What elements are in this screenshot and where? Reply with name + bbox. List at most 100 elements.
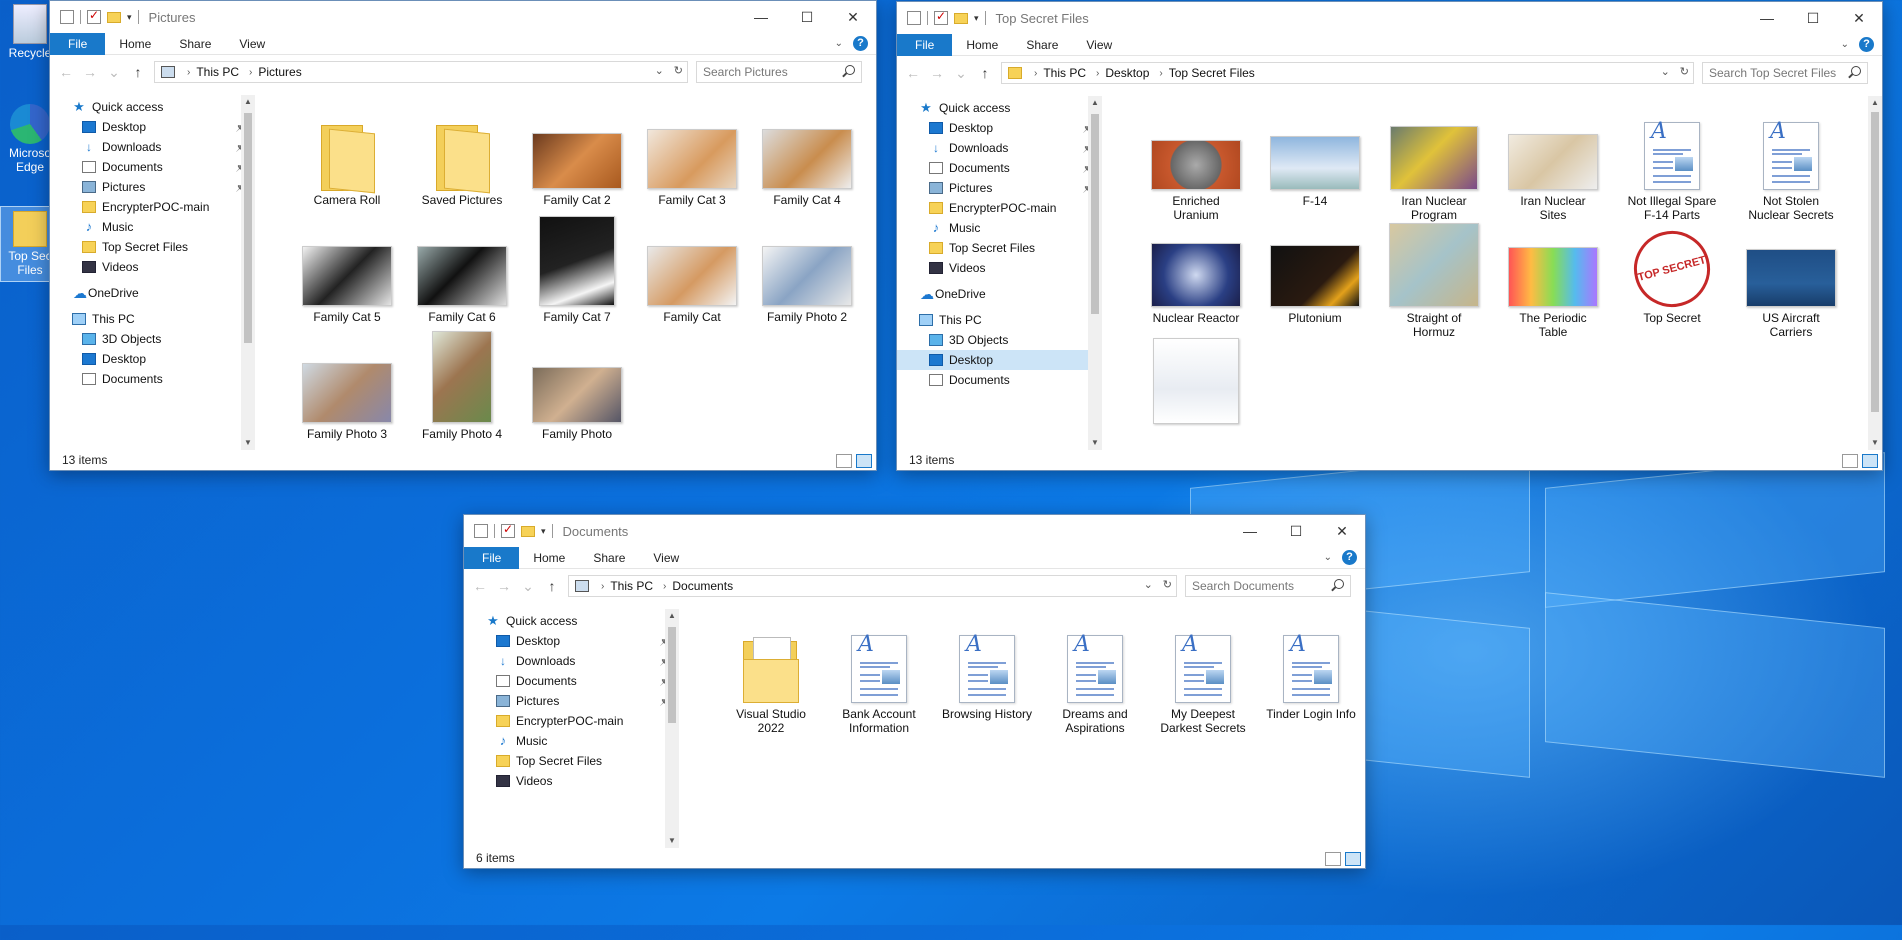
address-dropdown-chevron-icon[interactable]: ⌄ [655, 64, 664, 77]
nav-item-music[interactable]: ♪ Music [50, 217, 255, 237]
refresh-icon[interactable]: ↻ [1680, 65, 1689, 78]
details-view-icon[interactable] [1325, 852, 1341, 866]
file-item[interactable]: Saved Pictures [415, 105, 509, 207]
nav-item-top-secret-files[interactable]: Top Secret Files [464, 751, 679, 771]
refresh-icon[interactable]: ↻ [1163, 578, 1172, 591]
file-item[interactable]: Iran Nuclear Program [1387, 106, 1481, 222]
tab-view[interactable]: View [225, 33, 279, 55]
file-item[interactable]: Family Photo [530, 339, 624, 441]
nav-item-downloads[interactable]: ↓Downloads📌 [464, 651, 679, 671]
search-input[interactable]: Search Documents [1185, 575, 1351, 597]
nav-item-onedrive[interactable]: ☁ OneDrive [897, 284, 1102, 304]
address-dropdown-chevron-icon[interactable]: ⌄ [1661, 65, 1670, 78]
breadcrumb-item[interactable]: This PC [610, 579, 653, 593]
nav-item-desktop[interactable]: Desktop📌 [897, 118, 1102, 138]
nav-pane-scrollbar[interactable]: ▲ ▼ [241, 95, 255, 450]
new-folder-icon[interactable] [521, 525, 535, 537]
search-input[interactable]: Search Top Secret Files [1702, 62, 1868, 84]
nav-item-this-pc[interactable]: This PC [897, 310, 1102, 330]
tab-share[interactable]: Share [1012, 34, 1072, 56]
properties-icon[interactable] [501, 522, 515, 538]
nav-item-encrypterpoc-main[interactable]: EncrypterPOC-main [464, 711, 679, 731]
search-icon[interactable] [845, 65, 855, 75]
forward-arrow-icon[interactable]: → [929, 65, 945, 81]
scroll-down-arrow-icon[interactable]: ▼ [1088, 436, 1102, 450]
nav-item-videos[interactable]: Videos [464, 771, 679, 791]
address-bar[interactable]: › This PC › Pictures ⌄ ↻ [154, 61, 688, 83]
nav-item-pictures[interactable]: Pictures📌 [50, 177, 255, 197]
refresh-icon[interactable]: ↻ [674, 64, 683, 77]
minimize-button[interactable]: — [738, 1, 784, 33]
nav-item-quick-access[interactable]: ★ Quick access [50, 97, 255, 117]
tab-home[interactable]: Home [519, 547, 579, 569]
recent-locations-chevron-icon[interactable]: ⌄ [106, 64, 122, 81]
scroll-down-arrow-icon[interactable]: ▼ [665, 834, 679, 848]
nav-item-documents[interactable]: Documents📌 [897, 158, 1102, 178]
back-arrow-icon[interactable]: ← [905, 65, 921, 81]
nav-pane-scrollbar[interactable]: ▲ ▼ [1088, 96, 1102, 450]
file-item[interactable]: Family Cat 5 [300, 222, 394, 324]
file-item[interactable]: A Browsing History [940, 619, 1034, 722]
minimize-button[interactable]: — [1227, 515, 1273, 547]
nav-item-music[interactable]: ♪ Music [897, 218, 1102, 238]
nav-item-3d-objects[interactable]: 3D Objects [897, 330, 1102, 350]
breadcrumb-separator-icon[interactable]: › [187, 67, 190, 78]
maximize-button[interactable]: ☐ [1273, 515, 1319, 547]
nav-item-this-pc[interactable]: This PC [50, 309, 255, 329]
file-item[interactable]: Camera Roll [300, 105, 394, 207]
properties-icon[interactable] [87, 8, 101, 24]
scroll-up-arrow-icon[interactable]: ▲ [1088, 96, 1102, 110]
back-arrow-icon[interactable]: ← [472, 578, 488, 594]
close-button[interactable]: ✕ [1319, 515, 1365, 547]
nav-item-pictures[interactable]: Pictures📌 [897, 178, 1102, 198]
explorer-window-documents[interactable]: ▾ Documents —☐✕ FileHomeShareView ⌄? ← → ⌄ ↑ › Thi… [463, 514, 1366, 869]
title-bar[interactable]: ▾ Pictures —☐✕ [50, 1, 876, 33]
nav-item-3d-objects[interactable]: 3D Objects [50, 329, 255, 349]
file-item[interactable]: Family Cat 4 [760, 105, 854, 207]
search-icon[interactable] [1334, 579, 1344, 589]
file-item[interactable]: Iran Nuclear Sites [1506, 106, 1600, 222]
close-button[interactable]: ✕ [1836, 2, 1882, 34]
scrollbar-thumb[interactable] [1871, 112, 1879, 412]
customize-toolbar-chevron-icon[interactable]: ▾ [541, 526, 546, 537]
forward-arrow-icon[interactable]: → [82, 64, 98, 80]
nav-item-documents[interactable]: Documents [50, 369, 255, 389]
breadcrumb-item[interactable]: Top Secret Files [1169, 66, 1255, 80]
nav-item-encrypterpoc-main[interactable]: EncrypterPOC-main [897, 198, 1102, 218]
close-button[interactable]: ✕ [830, 1, 876, 33]
tab-view[interactable]: View [1072, 34, 1126, 56]
scroll-up-arrow-icon[interactable]: ▲ [1868, 96, 1882, 110]
file-item[interactable]: A My Deepest Darkest Secrets [1156, 619, 1250, 736]
recent-locations-chevron-icon[interactable]: ⌄ [520, 578, 536, 595]
nav-item-pictures[interactable]: Pictures📌 [464, 691, 679, 711]
file-item[interactable]: Family Photo 4 [415, 331, 509, 441]
file-item[interactable] [1149, 338, 1243, 428]
file-item[interactable]: The Periodic Table [1506, 223, 1600, 339]
tab-file[interactable]: File [464, 546, 520, 569]
large-icons-view-icon[interactable] [1862, 454, 1878, 468]
details-view-icon[interactable] [836, 454, 852, 468]
breadcrumb-separator-icon[interactable]: › [1034, 68, 1037, 79]
explorer-window-pictures[interactable]: ▾ Pictures —☐✕ FileHomeShareView ⌄? ← → ⌄ ↑ › This… [49, 0, 877, 471]
file-item[interactable]: TOP SECRET Top Secret [1625, 222, 1719, 325]
maximize-button[interactable]: ☐ [784, 1, 830, 33]
search-icon[interactable] [1851, 66, 1861, 76]
file-item[interactable]: US Aircraft Carriers [1744, 223, 1838, 339]
nav-item-encrypterpoc-main[interactable]: EncrypterPOC-main [50, 197, 255, 217]
address-dropdown-chevron-icon[interactable]: ⌄ [1144, 578, 1153, 591]
file-item[interactable]: Family Cat [645, 222, 739, 324]
file-item[interactable]: Family Cat 7 [530, 216, 624, 324]
tab-share[interactable]: Share [165, 33, 225, 55]
expand-ribbon-chevron-icon[interactable]: ⌄ [1841, 39, 1849, 50]
nav-item-documents[interactable]: Documents📌 [464, 671, 679, 691]
tab-home[interactable]: Home [952, 34, 1012, 56]
breadcrumb-item[interactable]: Documents [672, 579, 733, 593]
file-item[interactable]: Family Photo 2 [760, 222, 854, 324]
breadcrumb-separator-icon[interactable]: › [663, 581, 666, 592]
scrollbar-thumb[interactable] [244, 113, 252, 343]
breadcrumb-item[interactable]: Pictures [258, 65, 301, 79]
new-folder-icon[interactable] [954, 12, 968, 24]
nav-item-desktop[interactable]: Desktop📌 [50, 117, 255, 137]
back-arrow-icon[interactable]: ← [58, 64, 74, 80]
new-folder-icon[interactable] [107, 11, 121, 23]
